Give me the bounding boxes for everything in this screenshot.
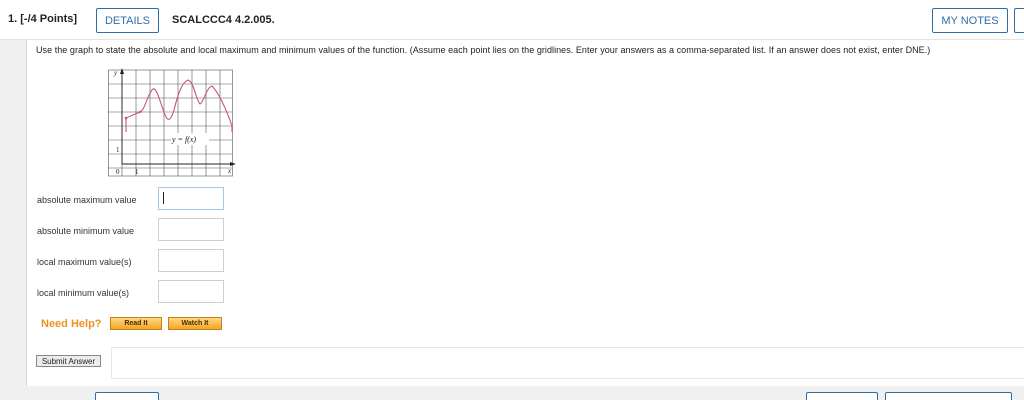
- origin-label: 0: [116, 168, 120, 176]
- question-number: 1.: [8, 13, 18, 25]
- question-code: SCALCCC4 4.2.005.: [172, 14, 275, 26]
- my-notes-button[interactable]: MY NOTES: [932, 8, 1008, 33]
- curve-point: [138, 110, 142, 114]
- y-tick-label: 1: [116, 146, 120, 154]
- local-min-input[interactable]: [158, 280, 224, 303]
- local-min-label: local minimum value(s): [37, 288, 130, 298]
- watch-it-button[interactable]: Watch It: [168, 317, 222, 330]
- bottom-tab-1[interactable]: [95, 392, 159, 400]
- bottom-tab-2[interactable]: [806, 392, 878, 400]
- submit-feedback-area: [111, 347, 1024, 379]
- local-max-label: local maximum value(s): [37, 257, 132, 267]
- local-max-input[interactable]: [158, 249, 224, 272]
- bottom-tab-3[interactable]: [885, 392, 1012, 400]
- absolute-max-input[interactable]: [158, 187, 224, 210]
- question-header: 1. [-/4 Points] DETAILS SCALCCC4 4.2.005…: [0, 0, 1024, 40]
- absolute-min-input[interactable]: [158, 218, 224, 241]
- question-title: 1. [-/4 Points]: [8, 13, 77, 25]
- submit-answer-button[interactable]: Submit Answer: [36, 355, 101, 367]
- details-button[interactable]: DETAILS: [96, 8, 159, 33]
- function-curve: [125, 79, 233, 132]
- next-header-button[interactable]: [1014, 8, 1024, 33]
- function-graph: y = f(x) y x 1 0 1: [108, 68, 236, 177]
- question-points: [-/4 Points]: [20, 13, 78, 25]
- need-help-label: Need Help?: [41, 318, 102, 330]
- text-cursor: [163, 192, 164, 204]
- absolute-max-label: absolute maximum value: [37, 195, 137, 205]
- question-prompt: Use the graph to state the absolute and …: [36, 45, 931, 55]
- function-label: y = f(x): [171, 135, 196, 144]
- graph-grid: [108, 69, 233, 177]
- x-tick-label: 1: [135, 168, 139, 176]
- curve-endpoint-left: [124, 116, 128, 120]
- read-it-button[interactable]: Read It: [110, 317, 162, 330]
- absolute-min-label: absolute minimum value: [37, 226, 135, 236]
